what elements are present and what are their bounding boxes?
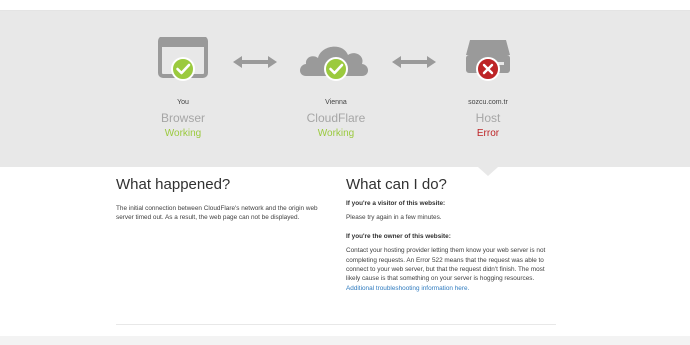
node-host: sozcu.com.tr Host Error [428, 37, 548, 139]
what-can-i-do-heading: What can I do? [346, 176, 447, 193]
server-icon [466, 40, 510, 81]
node-status: Error [476, 128, 500, 139]
check-icon [171, 57, 195, 81]
what-can-i-do-section: What can I do? If you're a visitor of th… [346, 176, 558, 293]
x-icon [476, 57, 500, 81]
check-icon [324, 57, 348, 81]
owner-text: Contact your hosting provider letting th… [346, 246, 558, 293]
footer-divider [116, 324, 556, 325]
node-location: You [177, 99, 189, 106]
browser-icon [158, 36, 208, 81]
node-type: Browser [160, 111, 205, 125]
status-band: You Browser Working Vienna CloudFlare Wo… [0, 11, 690, 167]
owner-heading: If you're the owner of this website: [346, 232, 451, 240]
node-type: CloudFlare [306, 111, 366, 125]
visitor-heading: If you're a visitor of this website: [346, 200, 446, 207]
owner-text-body: Contact your hosting provider letting th… [346, 247, 546, 283]
node-cloudflare: Vienna CloudFlare Working [276, 37, 396, 139]
troubleshooting-link[interactable]: Additional troubleshooting information h… [346, 285, 469, 292]
node-browser: You Browser Working [123, 36, 243, 139]
what-happened-text: The initial connection between CloudFlar… [116, 205, 318, 222]
what-happened-section: What happened? The initial connection be… [116, 176, 328, 223]
node-location: Vienna [325, 99, 347, 106]
error-pointer [478, 167, 498, 176]
node-type: Host [475, 111, 501, 125]
cloud-icon [300, 46, 368, 81]
node-location: sozcu.com.tr [468, 99, 508, 106]
node-status: Working [164, 128, 202, 139]
what-happened-heading: What happened? [116, 176, 231, 193]
bottom-bar [0, 336, 690, 345]
double-arrow-icon [233, 56, 277, 68]
visitor-text: Please try again in a few minutes. [346, 214, 442, 222]
top-bar [0, 0, 690, 11]
node-status: Working [317, 128, 355, 139]
